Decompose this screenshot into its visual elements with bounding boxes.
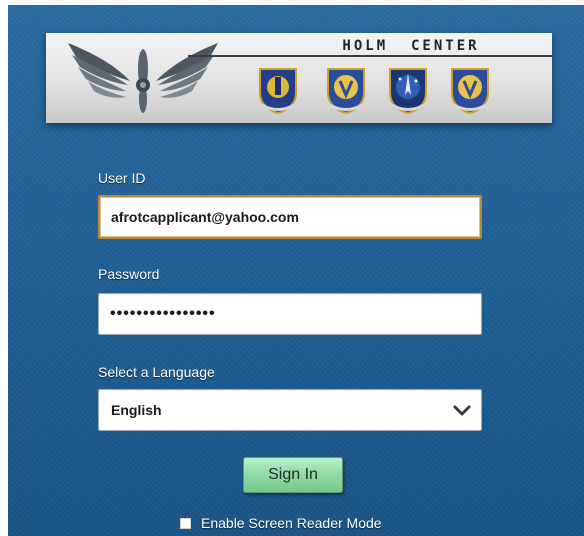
sign-in-button[interactable]: Sign In bbox=[243, 457, 343, 493]
language-selected-value: English bbox=[111, 402, 162, 418]
language-select[interactable]: English bbox=[98, 389, 482, 431]
screen-reader-toggle[interactable]: Enable Screen Reader Mode bbox=[180, 514, 382, 532]
password-input[interactable] bbox=[98, 293, 482, 335]
afrotc-seal bbox=[327, 68, 365, 115]
ots-seal bbox=[451, 68, 489, 115]
user-id-input[interactable] bbox=[98, 195, 482, 239]
banner-title: HOLM CENTER bbox=[342, 38, 480, 54]
winged-propeller-emblem bbox=[68, 43, 218, 113]
page-frame: HOLM CENTER User ID afrotcapplicant@yaho… bbox=[0, 0, 584, 536]
holm-center-banner: HOLM CENTER bbox=[46, 33, 552, 123]
language-label: Select a Language bbox=[98, 364, 215, 380]
screen-reader-label: Enable Screen Reader Mode bbox=[201, 515, 382, 531]
password-label: Password bbox=[98, 266, 160, 282]
user-id-label: User ID bbox=[98, 170, 146, 186]
holm-center-seal bbox=[259, 68, 297, 115]
screen-reader-checkbox[interactable] bbox=[180, 517, 191, 529]
chevron-down-icon bbox=[453, 405, 471, 416]
afjrotc-seal bbox=[389, 68, 427, 115]
banner-rule bbox=[188, 55, 552, 57]
